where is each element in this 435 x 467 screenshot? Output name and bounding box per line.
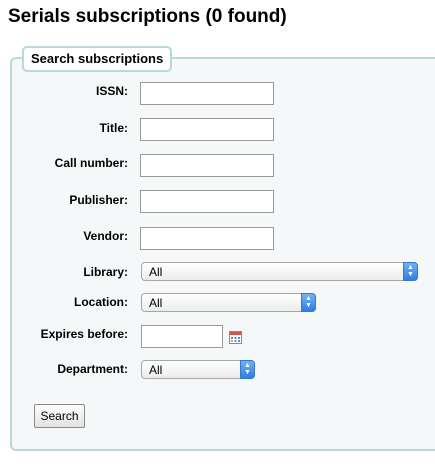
select-arrows-icon: ▲ ▼	[301, 293, 316, 312]
call-number-label: Call number:	[54, 156, 128, 170]
publisher-label: Publisher:	[69, 193, 128, 207]
expires-before-label: Expires before:	[40, 327, 128, 341]
vendor-label: Vendor:	[83, 229, 128, 243]
title-label: Title:	[99, 121, 128, 135]
call-number-input[interactable]	[140, 154, 274, 177]
department-select[interactable]: All ▲ ▼	[141, 360, 255, 379]
location-select[interactable]: All ▲ ▼	[141, 293, 316, 312]
location-label: Location:	[74, 295, 128, 309]
title-input[interactable]	[140, 118, 274, 141]
vendor-input[interactable]	[140, 227, 274, 250]
issn-input[interactable]	[140, 82, 274, 105]
select-arrows-icon: ▲ ▼	[240, 360, 255, 379]
library-selected-value: All	[149, 265, 163, 279]
library-select[interactable]: All ▲ ▼	[141, 262, 418, 281]
department-selected-value: All	[149, 363, 163, 377]
search-button[interactable]: Search	[34, 404, 85, 428]
department-label: Department:	[57, 362, 128, 376]
select-arrows-icon: ▲ ▼	[403, 262, 418, 281]
location-selected-value: All	[149, 296, 163, 310]
calendar-icon[interactable]	[229, 331, 242, 344]
issn-label: ISSN:	[95, 84, 128, 98]
library-label: Library:	[83, 265, 128, 279]
search-subscriptions-form: ISSN: Title: Call number: Publisher: Ven…	[0, 0, 435, 467]
publisher-input[interactable]	[140, 190, 274, 213]
expires-before-input[interactable]	[141, 325, 223, 348]
